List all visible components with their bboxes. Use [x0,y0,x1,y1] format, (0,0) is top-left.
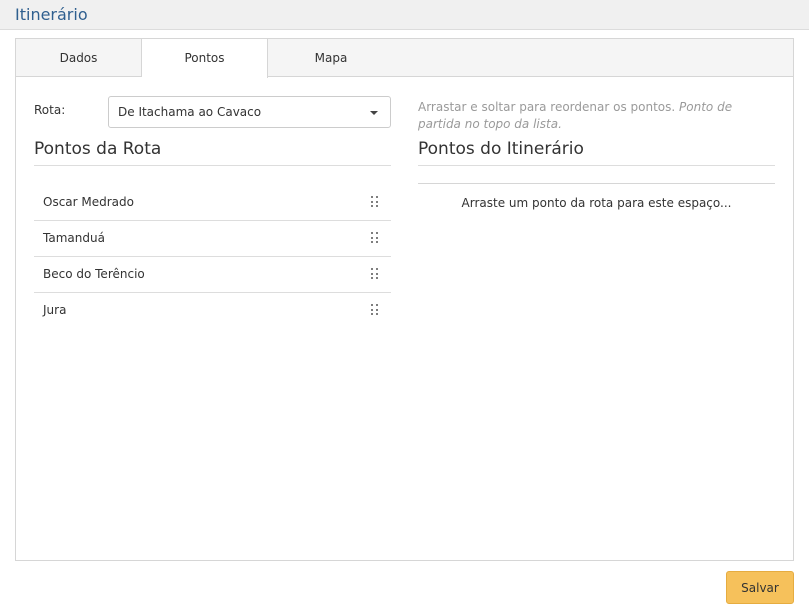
itinerary-points-title: Pontos do Itinerário [418,139,775,166]
tab-mapa[interactable]: Mapa [268,39,394,77]
help-text-main: Arrastar e soltar para reordenar os pont… [418,100,676,114]
itinerary-drop-zone[interactable]: Arraste um ponto da rota para este espaç… [418,183,775,223]
route-points-list: Oscar Medrado Tamanduá Beco do Terêncio … [34,185,391,329]
help-text: Arrastar e soltar para reordenar os pont… [418,99,778,133]
route-point-item[interactable]: Tamanduá [34,221,391,257]
route-points-title: Pontos da Rota [34,139,391,166]
drag-handle-icon[interactable] [371,268,379,280]
route-point-label: Jura [43,303,67,317]
rota-select-value: De Itachama ao Cavaco [118,105,262,119]
drag-handle-icon[interactable] [371,304,379,316]
route-point-label: Tamanduá [43,231,105,245]
page-header: Itinerário [0,0,809,30]
drag-handle-icon[interactable] [371,232,379,244]
route-point-label: Beco do Terêncio [43,267,145,281]
rota-label: Rota: [34,103,66,117]
caret-down-icon [370,111,378,115]
route-point-label: Oscar Medrado [43,195,134,209]
drag-handle-icon[interactable] [371,196,379,208]
route-point-item[interactable]: Oscar Medrado [34,185,391,221]
itinerary-panel: Dados Pontos Mapa Rota: De Itachama ao C… [15,38,794,561]
tab-bar: Dados Pontos Mapa [16,39,793,78]
save-button[interactable]: Salvar [726,571,794,604]
route-point-item[interactable]: Jura [34,293,391,329]
tab-pontos[interactable]: Pontos [142,39,268,78]
tab-dados[interactable]: Dados [16,39,142,77]
rota-select[interactable]: De Itachama ao Cavaco [108,96,391,128]
route-point-item[interactable]: Beco do Terêncio [34,257,391,293]
drop-zone-placeholder: Arraste um ponto da rota para este espaç… [461,196,732,210]
page-title: Itinerário [15,5,88,24]
